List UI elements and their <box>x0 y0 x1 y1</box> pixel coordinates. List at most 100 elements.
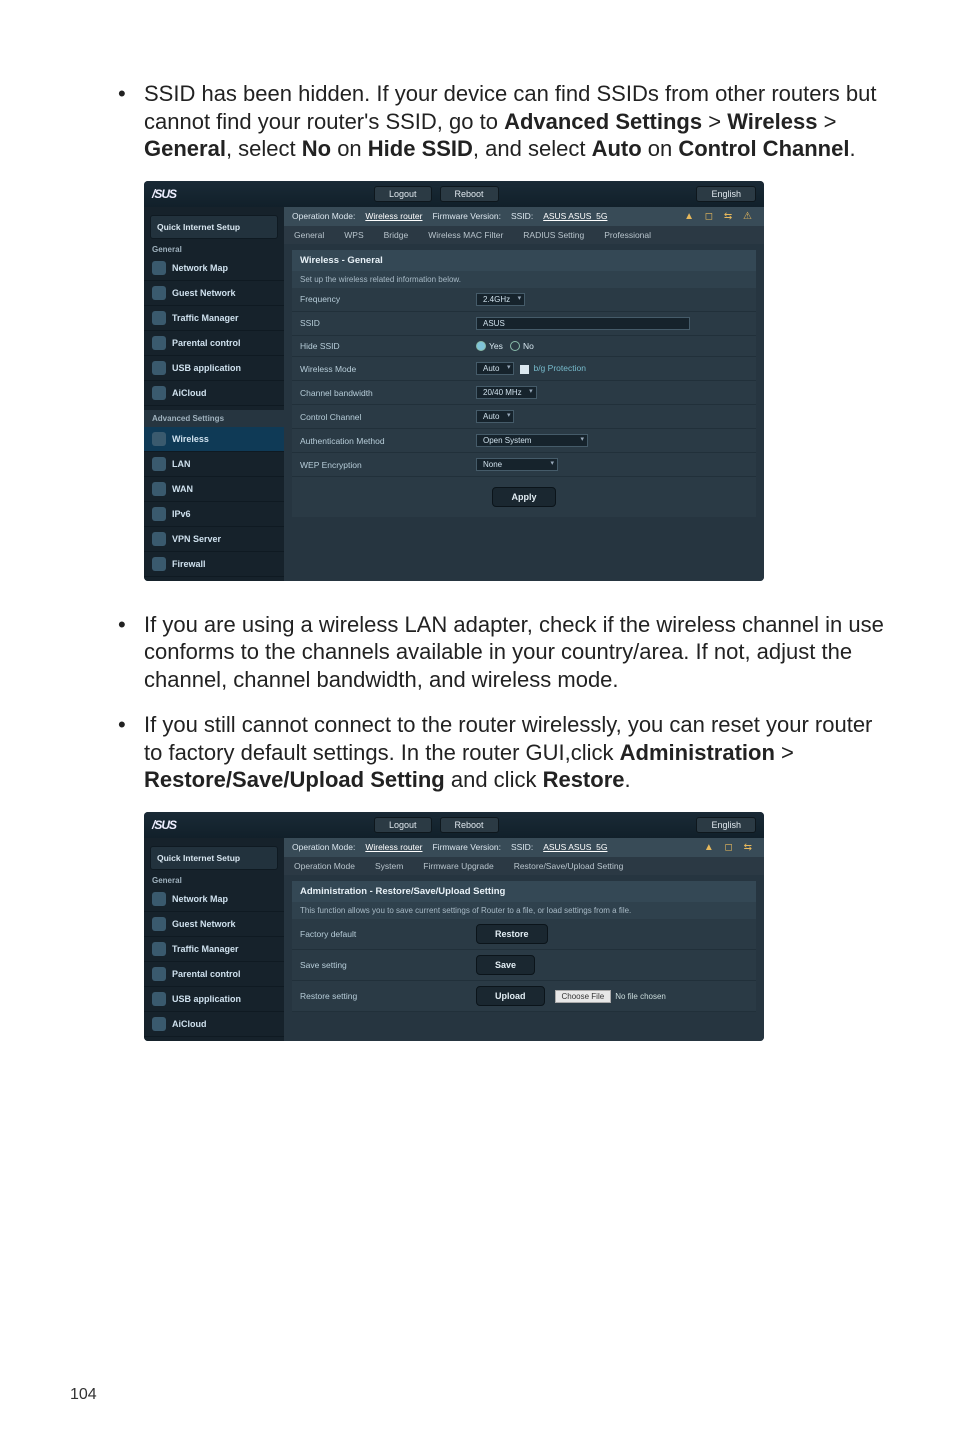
channel-bandwidth-select[interactable]: 20/40 MHz <box>476 386 537 399</box>
file-chosen-text: No file chosen <box>615 992 666 1001</box>
parental-control-icon <box>152 967 166 981</box>
tab-wps[interactable]: WPS <box>334 226 373 244</box>
tab-firmware-upgrade[interactable]: Firmware Upgrade <box>413 857 503 875</box>
quick-internet-setup[interactable]: Quick Internet Setup <box>150 846 278 870</box>
bullet-wireless-adapter: If you are using a wireless LAN adapter,… <box>110 611 884 694</box>
upload-button[interactable]: Upload <box>476 986 545 1006</box>
vpn-server-icon <box>152 532 166 546</box>
auth-method-select[interactable]: Open System <box>476 434 588 447</box>
sidebar-item-guest-network[interactable]: Guest Network <box>144 281 284 306</box>
tab-system[interactable]: System <box>365 857 413 875</box>
op-mode-link[interactable]: Wireless router <box>365 842 422 852</box>
status-icons: ▲ ◻ ⇆ ⚠ <box>684 211 756 222</box>
hide-ssid-no-radio[interactable] <box>510 341 520 351</box>
tab-professional[interactable]: Professional <box>594 226 661 244</box>
frequency-label: Frequency <box>292 289 468 309</box>
usb-application-icon <box>152 361 166 375</box>
save-button[interactable]: Save <box>476 955 535 975</box>
sidebar-item-usb-application[interactable]: USB application <box>144 356 284 381</box>
restore-setting-label: Restore setting <box>292 986 468 1006</box>
sidebar-item-lan[interactable]: LAN <box>144 452 284 477</box>
ssid-label: SSID: <box>511 211 533 221</box>
auth-method-label: Authentication Method <box>292 431 468 451</box>
bg-protection-checkbox[interactable] <box>520 365 529 374</box>
logout-button[interactable]: Logout <box>374 186 432 202</box>
sidebar-item-parental-control[interactable]: Parental control <box>144 331 284 356</box>
fw-version-label: Firmware Version: <box>432 211 501 221</box>
tab-restore-save-upload[interactable]: Restore/Save/Upload Setting <box>504 857 634 875</box>
sidebar-section-general: General <box>152 876 276 885</box>
op-mode-label: Operation Mode: <box>292 842 355 852</box>
logout-button[interactable]: Logout <box>374 817 432 833</box>
ssid-link[interactable]: ASUS ASUS_5G <box>543 211 607 221</box>
sidebar-item-aicloud[interactable]: AiCloud <box>144 381 284 406</box>
reboot-button[interactable]: Reboot <box>440 186 499 202</box>
sidebar-item-parental-control[interactable]: Parental control <box>144 962 284 987</box>
page-number: 104 <box>70 1386 97 1404</box>
guest-network-icon <box>152 917 166 931</box>
tab-general[interactable]: General <box>284 226 334 244</box>
aicloud-icon <box>152 386 166 400</box>
wan-icon <box>152 482 166 496</box>
language-select[interactable]: English <box>696 817 756 833</box>
restore-button[interactable]: Restore <box>476 924 548 944</box>
sidebar-item-traffic-manager[interactable]: Traffic Manager <box>144 306 284 331</box>
ssid-input[interactable]: ASUS <box>476 317 690 330</box>
fw-version-label: Firmware Version: <box>432 842 501 852</box>
screenshot-administration-restore: /SUS Logout Reboot English Quick Interne… <box>144 812 764 1041</box>
bullet-ssid-hidden: SSID has been hidden. If your device can… <box>110 80 884 163</box>
sidebar-item-network-map[interactable]: Network Map <box>144 256 284 281</box>
apply-button[interactable]: Apply <box>492 487 555 507</box>
sidebar-item-firewall[interactable]: Firewall <box>144 552 284 577</box>
sidebar-item-guest-network[interactable]: Guest Network <box>144 912 284 937</box>
control-channel-select[interactable]: Auto <box>476 410 514 423</box>
tab-radius[interactable]: RADIUS Setting <box>513 226 594 244</box>
traffic-manager-icon <box>152 942 166 956</box>
panel-subtitle: This function allows you to save current… <box>292 902 756 919</box>
sidebar-item-traffic-manager[interactable]: Traffic Manager <box>144 937 284 962</box>
wireless-icon <box>152 432 166 446</box>
aicloud-icon <box>152 1017 166 1031</box>
sidebar-item-wireless[interactable]: Wireless <box>144 427 284 452</box>
sidebar-item-ipv6[interactable]: IPv6 <box>144 502 284 527</box>
save-setting-label: Save setting <box>292 955 468 975</box>
quick-internet-setup[interactable]: Quick Internet Setup <box>150 215 278 239</box>
op-mode-label: Operation Mode: <box>292 211 355 221</box>
ipv6-icon <box>152 507 166 521</box>
wep-encryption-label: WEP Encryption <box>292 455 468 475</box>
sidebar-section-advanced: Advanced Settings <box>144 410 284 427</box>
frequency-select[interactable]: 2.4GHz <box>476 293 525 306</box>
choose-file-button[interactable]: Choose File <box>555 990 612 1003</box>
hide-ssid-label: Hide SSID <box>292 336 468 356</box>
tab-mac-filter[interactable]: Wireless MAC Filter <box>418 226 513 244</box>
hide-ssid-yes-radio[interactable] <box>476 341 486 351</box>
sidebar-item-aicloud[interactable]: AiCloud <box>144 1012 284 1037</box>
wireless-mode-label: Wireless Mode <box>292 359 468 379</box>
sidebar-item-wan[interactable]: WAN <box>144 477 284 502</box>
usb-application-icon <box>152 992 166 1006</box>
panel-subtitle: Set up the wireless related information … <box>292 271 756 288</box>
bullet-factory-reset: If you still cannot connect to the route… <box>110 711 884 794</box>
lan-icon <box>152 457 166 471</box>
sidebar-item-vpn-server[interactable]: VPN Server <box>144 527 284 552</box>
control-channel-label: Control Channel <box>292 407 468 427</box>
guest-network-icon <box>152 286 166 300</box>
factory-default-label: Factory default <box>292 924 468 944</box>
traffic-manager-icon <box>152 311 166 325</box>
panel-title: Wireless - General <box>292 250 756 271</box>
wireless-mode-select[interactable]: Auto <box>476 362 514 375</box>
ssid-link[interactable]: ASUS ASUS_5G <box>543 842 607 852</box>
sidebar-item-usb-application[interactable]: USB application <box>144 987 284 1012</box>
sidebar-section-general: General <box>152 245 276 254</box>
brand-logo: /SUS <box>152 818 176 832</box>
tab-operation-mode[interactable]: Operation Mode <box>284 857 365 875</box>
reboot-button[interactable]: Reboot <box>440 817 499 833</box>
ssid-field-label: SSID <box>292 313 468 333</box>
op-mode-link[interactable]: Wireless router <box>365 211 422 221</box>
tab-bridge[interactable]: Bridge <box>374 226 419 244</box>
status-icons: ▲ ◻ ⇆ <box>704 842 756 853</box>
parental-control-icon <box>152 336 166 350</box>
wep-encryption-select[interactable]: None <box>476 458 558 471</box>
sidebar-item-network-map[interactable]: Network Map <box>144 887 284 912</box>
language-select[interactable]: English <box>696 186 756 202</box>
